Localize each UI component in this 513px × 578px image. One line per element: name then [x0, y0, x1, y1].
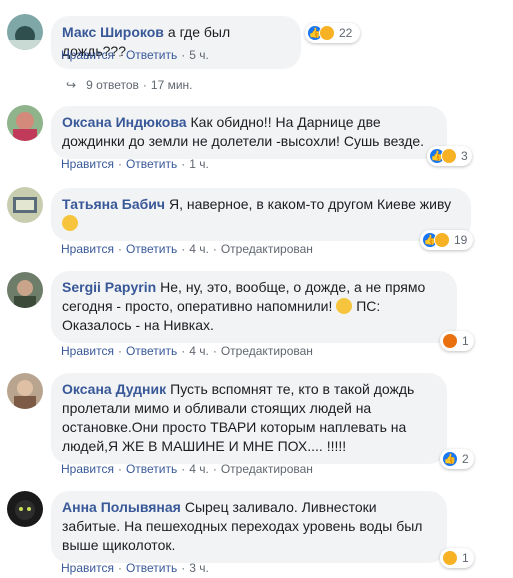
- haha-icon: [441, 148, 457, 164]
- comment-time[interactable]: 5 ч.: [189, 48, 209, 62]
- avatar[interactable]: [7, 272, 43, 308]
- comment-author[interactable]: Sergii Papyrin: [62, 279, 156, 295]
- like-link[interactable]: Нравится: [61, 242, 114, 256]
- comment-actions: Нравится · Ответить · 4 ч. · Отредактирован: [61, 462, 313, 476]
- surprised-emoji-icon: [62, 215, 78, 231]
- edited-label[interactable]: Отредактирован: [221, 344, 313, 358]
- reaction-count: 19: [454, 233, 468, 247]
- smile-emoji-icon: [336, 298, 353, 314]
- reactions-badge[interactable]: 👍 2: [440, 449, 474, 469]
- replies-time: 17 мин.: [150, 78, 193, 92]
- reactions-badge[interactable]: 1: [440, 331, 474, 351]
- reaction-count: 2: [462, 452, 469, 466]
- wow-icon: [442, 550, 458, 566]
- like-link[interactable]: Нравится: [61, 561, 114, 575]
- comment-time[interactable]: 3 ч.: [189, 561, 209, 575]
- reaction-count: 1: [462, 334, 469, 348]
- reply-link[interactable]: Ответить: [126, 561, 177, 575]
- comment-actions: Нравится · Ответить · 4 ч. · Отредактирован: [61, 242, 313, 256]
- comment-time[interactable]: 1 ч.: [189, 157, 209, 171]
- comment-bubble: Анна Полывяная Сырец заливало. Ливнестоки…: [51, 491, 447, 563]
- reaction-count: 1: [462, 551, 469, 565]
- angry-icon: [442, 333, 458, 349]
- avatar[interactable]: [7, 105, 43, 141]
- comment-time[interactable]: 4 ч.: [189, 344, 209, 358]
- reactions-badge[interactable]: 👍 19: [420, 230, 473, 250]
- comment-actions: Нравится · Ответить · 1 ч.: [61, 157, 209, 171]
- comment-actions: Нравится · Ответить · 4 ч. · Отредактирован: [61, 344, 313, 358]
- reactions-badge[interactable]: 1: [440, 548, 474, 568]
- edited-label[interactable]: Отредактирован: [221, 242, 313, 256]
- avatar[interactable]: [7, 187, 43, 223]
- like-link[interactable]: Нравится: [61, 344, 114, 358]
- reply-link[interactable]: Ответить: [126, 157, 177, 171]
- haha-icon: [319, 25, 335, 41]
- comment-actions: Нравится · Ответить · 3 ч.: [61, 561, 209, 575]
- reply-link[interactable]: Ответить: [126, 242, 177, 256]
- avatar[interactable]: [7, 491, 43, 527]
- avatar[interactable]: [7, 373, 43, 409]
- comment-bubble: Татьяна Бабич Я, наверное, в каком-то дру…: [51, 188, 471, 241]
- comment-bubble: Sergii Papyrin Не, ну, это, вообще, о дож…: [51, 271, 457, 343]
- comment-time[interactable]: 4 ч.: [189, 462, 209, 476]
- reactions-badge[interactable]: 👍 3: [427, 146, 472, 166]
- reaction-count: 3: [461, 149, 468, 163]
- like-link[interactable]: Нравится: [61, 462, 114, 476]
- comment-bubble: Оксана Дудник Пусть вспомнят те, кто в та…: [51, 373, 447, 464]
- like-icon: 👍: [442, 451, 458, 467]
- comment-author[interactable]: Оксана Индюкова: [62, 114, 187, 130]
- comment-author[interactable]: Анна Полывяная: [62, 499, 181, 515]
- comment-actions: Нравится · Ответить · 5 ч.: [61, 48, 209, 62]
- comment-text: Я, наверное, в каком-то другом Киеве жив…: [168, 196, 452, 212]
- edited-label[interactable]: Отредактирован: [221, 462, 313, 476]
- like-link[interactable]: Нравится: [61, 48, 114, 62]
- replies-count[interactable]: 9 ответов: [86, 78, 139, 92]
- haha-icon: [434, 232, 450, 248]
- reaction-count: 22: [339, 26, 353, 40]
- view-replies-link[interactable]: ↪ 9 ответов · 17 мин.: [66, 78, 193, 92]
- reply-link[interactable]: Ответить: [126, 462, 177, 476]
- reactions-badge[interactable]: 👍 22: [305, 23, 360, 43]
- comment-author[interactable]: Татьяна Бабич: [62, 196, 165, 212]
- reply-link[interactable]: Ответить: [126, 48, 177, 62]
- reply-arrow-icon: ↪: [66, 78, 77, 92]
- avatar[interactable]: [7, 14, 43, 50]
- comment-bubble: Оксана Индюкова Как обидно!! На Дарнице д…: [51, 106, 447, 159]
- reply-link[interactable]: Ответить: [126, 344, 177, 358]
- comment-author[interactable]: Оксана Дудник: [62, 381, 166, 397]
- like-link[interactable]: Нравится: [61, 157, 114, 171]
- comment-author[interactable]: Макс Широков: [62, 24, 164, 40]
- comment-time[interactable]: 4 ч.: [189, 242, 209, 256]
